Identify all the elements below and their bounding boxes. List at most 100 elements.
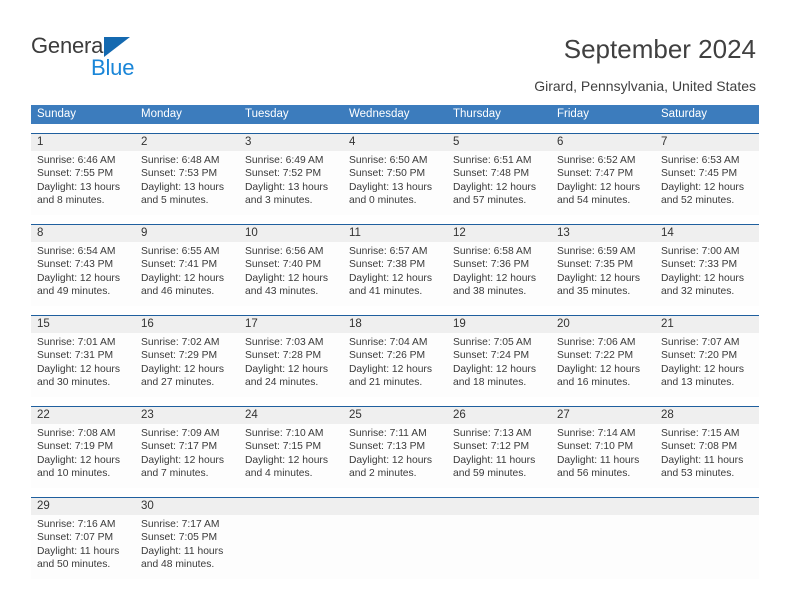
sunrise-text: Sunrise: 6:53 AM [661,155,740,166]
day-cell[interactable]: 11 Sunrise: 6:57 AM Sunset: 7:38 PM Dayl… [343,225,447,306]
day-cell[interactable]: 9 Sunrise: 6:55 AM Sunset: 7:41 PM Dayli… [135,225,239,306]
sunrise-text: Sunrise: 6:46 AM [37,155,116,166]
day-number: 27 [551,407,655,424]
weekday-header-saturday: Saturday [661,108,708,120]
sunrise-text: Sunrise: 6:48 AM [141,155,220,166]
logo-triangle-icon [104,37,130,57]
day-details: Sunrise: 7:06 AM Sunset: 7:22 PM Dayligh… [551,333,655,390]
sunset-text: Sunset: 7:52 PM [245,168,322,180]
day-number: 8 [31,225,135,242]
sunset-text: Sunset: 7:45 PM [661,168,738,180]
day-details: Sunrise: 6:48 AM Sunset: 7:53 PM Dayligh… [135,151,239,208]
sunset-text: Sunset: 7:36 PM [453,259,530,271]
day-cell[interactable]: 21 Sunrise: 7:07 AM Sunset: 7:20 PM Dayl… [655,316,759,397]
day-number: 16 [135,316,239,333]
calendar-page: General Blue September 2024 Girard, Penn… [0,0,792,612]
day-number [447,498,551,515]
sunrise-text: Sunrise: 6:57 AM [349,246,428,257]
day-number: 1 [31,134,135,151]
day-cell[interactable]: 6 Sunrise: 6:52 AM Sunset: 7:47 PM Dayli… [551,134,655,215]
day-number: 23 [135,407,239,424]
daylight-text: Daylight: 12 hours and 32 minutes. [661,272,744,298]
sunrise-text: Sunrise: 7:09 AM [141,428,220,439]
daylight-text: Daylight: 12 hours and 7 minutes. [141,454,224,480]
daylight-text: Daylight: 12 hours and 30 minutes. [37,363,120,389]
day-cell[interactable]: 3 Sunrise: 6:49 AM Sunset: 7:52 PM Dayli… [239,134,343,215]
day-cell[interactable]: 26 Sunrise: 7:13 AM Sunset: 7:12 PM Dayl… [447,407,551,488]
sunrise-text: Sunrise: 7:16 AM [37,519,116,530]
day-details: Sunrise: 7:09 AM Sunset: 7:17 PM Dayligh… [135,424,239,481]
day-details: Sunrise: 6:57 AM Sunset: 7:38 PM Dayligh… [343,242,447,299]
daylight-text: Daylight: 13 hours and 0 minutes. [349,181,432,207]
sunset-text: Sunset: 7:15 PM [245,441,322,453]
day-number: 7 [655,134,759,151]
day-cell[interactable]: 29 Sunrise: 7:16 AM Sunset: 7:07 PM Dayl… [31,498,135,579]
day-cell[interactable]: 8 Sunrise: 6:54 AM Sunset: 7:43 PM Dayli… [31,225,135,306]
sunset-text: Sunset: 7:40 PM [245,259,322,271]
weekday-header-monday: Monday [141,108,182,120]
weekday-header-friday: Friday [557,108,589,120]
day-number: 2 [135,134,239,151]
sunrise-text: Sunrise: 7:02 AM [141,337,220,348]
sunset-text: Sunset: 7:33 PM [661,259,738,271]
day-details: Sunrise: 6:51 AM Sunset: 7:48 PM Dayligh… [447,151,551,208]
page-header: General Blue September 2024 Girard, Penn… [0,0,792,100]
page-location-subtitle: Girard, Pennsylvania, United States [534,78,756,94]
month-calendar: Sunday Monday Tuesday Wednesday Thursday… [31,105,759,579]
day-cell[interactable]: 25 Sunrise: 7:11 AM Sunset: 7:13 PM Dayl… [343,407,447,488]
day-cell[interactable]: 10 Sunrise: 6:56 AM Sunset: 7:40 PM Dayl… [239,225,343,306]
day-cell[interactable]: 18 Sunrise: 7:04 AM Sunset: 7:26 PM Dayl… [343,316,447,397]
day-cell[interactable]: 15 Sunrise: 7:01 AM Sunset: 7:31 PM Dayl… [31,316,135,397]
week-row: 1 Sunrise: 6:46 AM Sunset: 7:55 PM Dayli… [31,133,759,215]
day-cell[interactable]: 17 Sunrise: 7:03 AM Sunset: 7:28 PM Dayl… [239,316,343,397]
day-number: 5 [447,134,551,151]
week-row: 22 Sunrise: 7:08 AM Sunset: 7:19 PM Dayl… [31,406,759,488]
day-details: Sunrise: 7:10 AM Sunset: 7:15 PM Dayligh… [239,424,343,481]
day-cell[interactable]: 2 Sunrise: 6:48 AM Sunset: 7:53 PM Dayli… [135,134,239,215]
sunrise-text: Sunrise: 6:55 AM [141,246,220,257]
day-cell[interactable]: 16 Sunrise: 7:02 AM Sunset: 7:29 PM Dayl… [135,316,239,397]
day-number: 12 [447,225,551,242]
sunrise-text: Sunrise: 6:58 AM [453,246,532,257]
general-blue-logo[interactable]: General Blue [31,33,211,83]
day-cell[interactable]: 12 Sunrise: 6:58 AM Sunset: 7:36 PM Dayl… [447,225,551,306]
day-number: 10 [239,225,343,242]
day-cell[interactable]: 1 Sunrise: 6:46 AM Sunset: 7:55 PM Dayli… [31,134,135,215]
page-title: September 2024 [563,34,756,64]
day-cell[interactable]: 27 Sunrise: 7:14 AM Sunset: 7:10 PM Dayl… [551,407,655,488]
week-row: 29 Sunrise: 7:16 AM Sunset: 7:07 PM Dayl… [31,497,759,579]
day-details: Sunrise: 6:50 AM Sunset: 7:50 PM Dayligh… [343,151,447,208]
sunrise-text: Sunrise: 7:08 AM [37,428,116,439]
daylight-text: Daylight: 12 hours and 43 minutes. [245,272,328,298]
day-cell[interactable]: 13 Sunrise: 6:59 AM Sunset: 7:35 PM Dayl… [551,225,655,306]
day-cell[interactable]: 23 Sunrise: 7:09 AM Sunset: 7:17 PM Dayl… [135,407,239,488]
sunrise-text: Sunrise: 7:06 AM [557,337,636,348]
day-details: Sunrise: 6:52 AM Sunset: 7:47 PM Dayligh… [551,151,655,208]
day-cell[interactable]: 4 Sunrise: 6:50 AM Sunset: 7:50 PM Dayli… [343,134,447,215]
day-number: 25 [343,407,447,424]
day-cell[interactable]: 5 Sunrise: 6:51 AM Sunset: 7:48 PM Dayli… [447,134,551,215]
daylight-text: Daylight: 12 hours and 57 minutes. [453,181,536,207]
day-number: 30 [135,498,239,515]
day-details: Sunrise: 6:49 AM Sunset: 7:52 PM Dayligh… [239,151,343,208]
sunset-text: Sunset: 7:19 PM [37,441,114,453]
day-cell[interactable]: 20 Sunrise: 7:06 AM Sunset: 7:22 PM Dayl… [551,316,655,397]
sunrise-text: Sunrise: 6:56 AM [245,246,324,257]
sunrise-text: Sunrise: 7:13 AM [453,428,532,439]
day-cell[interactable]: 30 Sunrise: 7:17 AM Sunset: 7:05 PM Dayl… [135,498,239,579]
day-cell[interactable]: 24 Sunrise: 7:10 AM Sunset: 7:15 PM Dayl… [239,407,343,488]
day-number: 4 [343,134,447,151]
week-row: 15 Sunrise: 7:01 AM Sunset: 7:31 PM Dayl… [31,315,759,397]
day-number: 19 [447,316,551,333]
day-number: 13 [551,225,655,242]
day-details: Sunrise: 6:46 AM Sunset: 7:55 PM Dayligh… [31,151,135,208]
day-cell[interactable]: 28 Sunrise: 7:15 AM Sunset: 7:08 PM Dayl… [655,407,759,488]
sunset-text: Sunset: 7:17 PM [141,441,218,453]
day-cell[interactable]: 14 Sunrise: 7:00 AM Sunset: 7:33 PM Dayl… [655,225,759,306]
daylight-text: Daylight: 12 hours and 16 minutes. [557,363,640,389]
day-cell-empty [239,498,343,579]
day-cell[interactable]: 19 Sunrise: 7:05 AM Sunset: 7:24 PM Dayl… [447,316,551,397]
day-cell[interactable]: 7 Sunrise: 6:53 AM Sunset: 7:45 PM Dayli… [655,134,759,215]
sunset-text: Sunset: 7:47 PM [557,168,634,180]
day-cell[interactable]: 22 Sunrise: 7:08 AM Sunset: 7:19 PM Dayl… [31,407,135,488]
